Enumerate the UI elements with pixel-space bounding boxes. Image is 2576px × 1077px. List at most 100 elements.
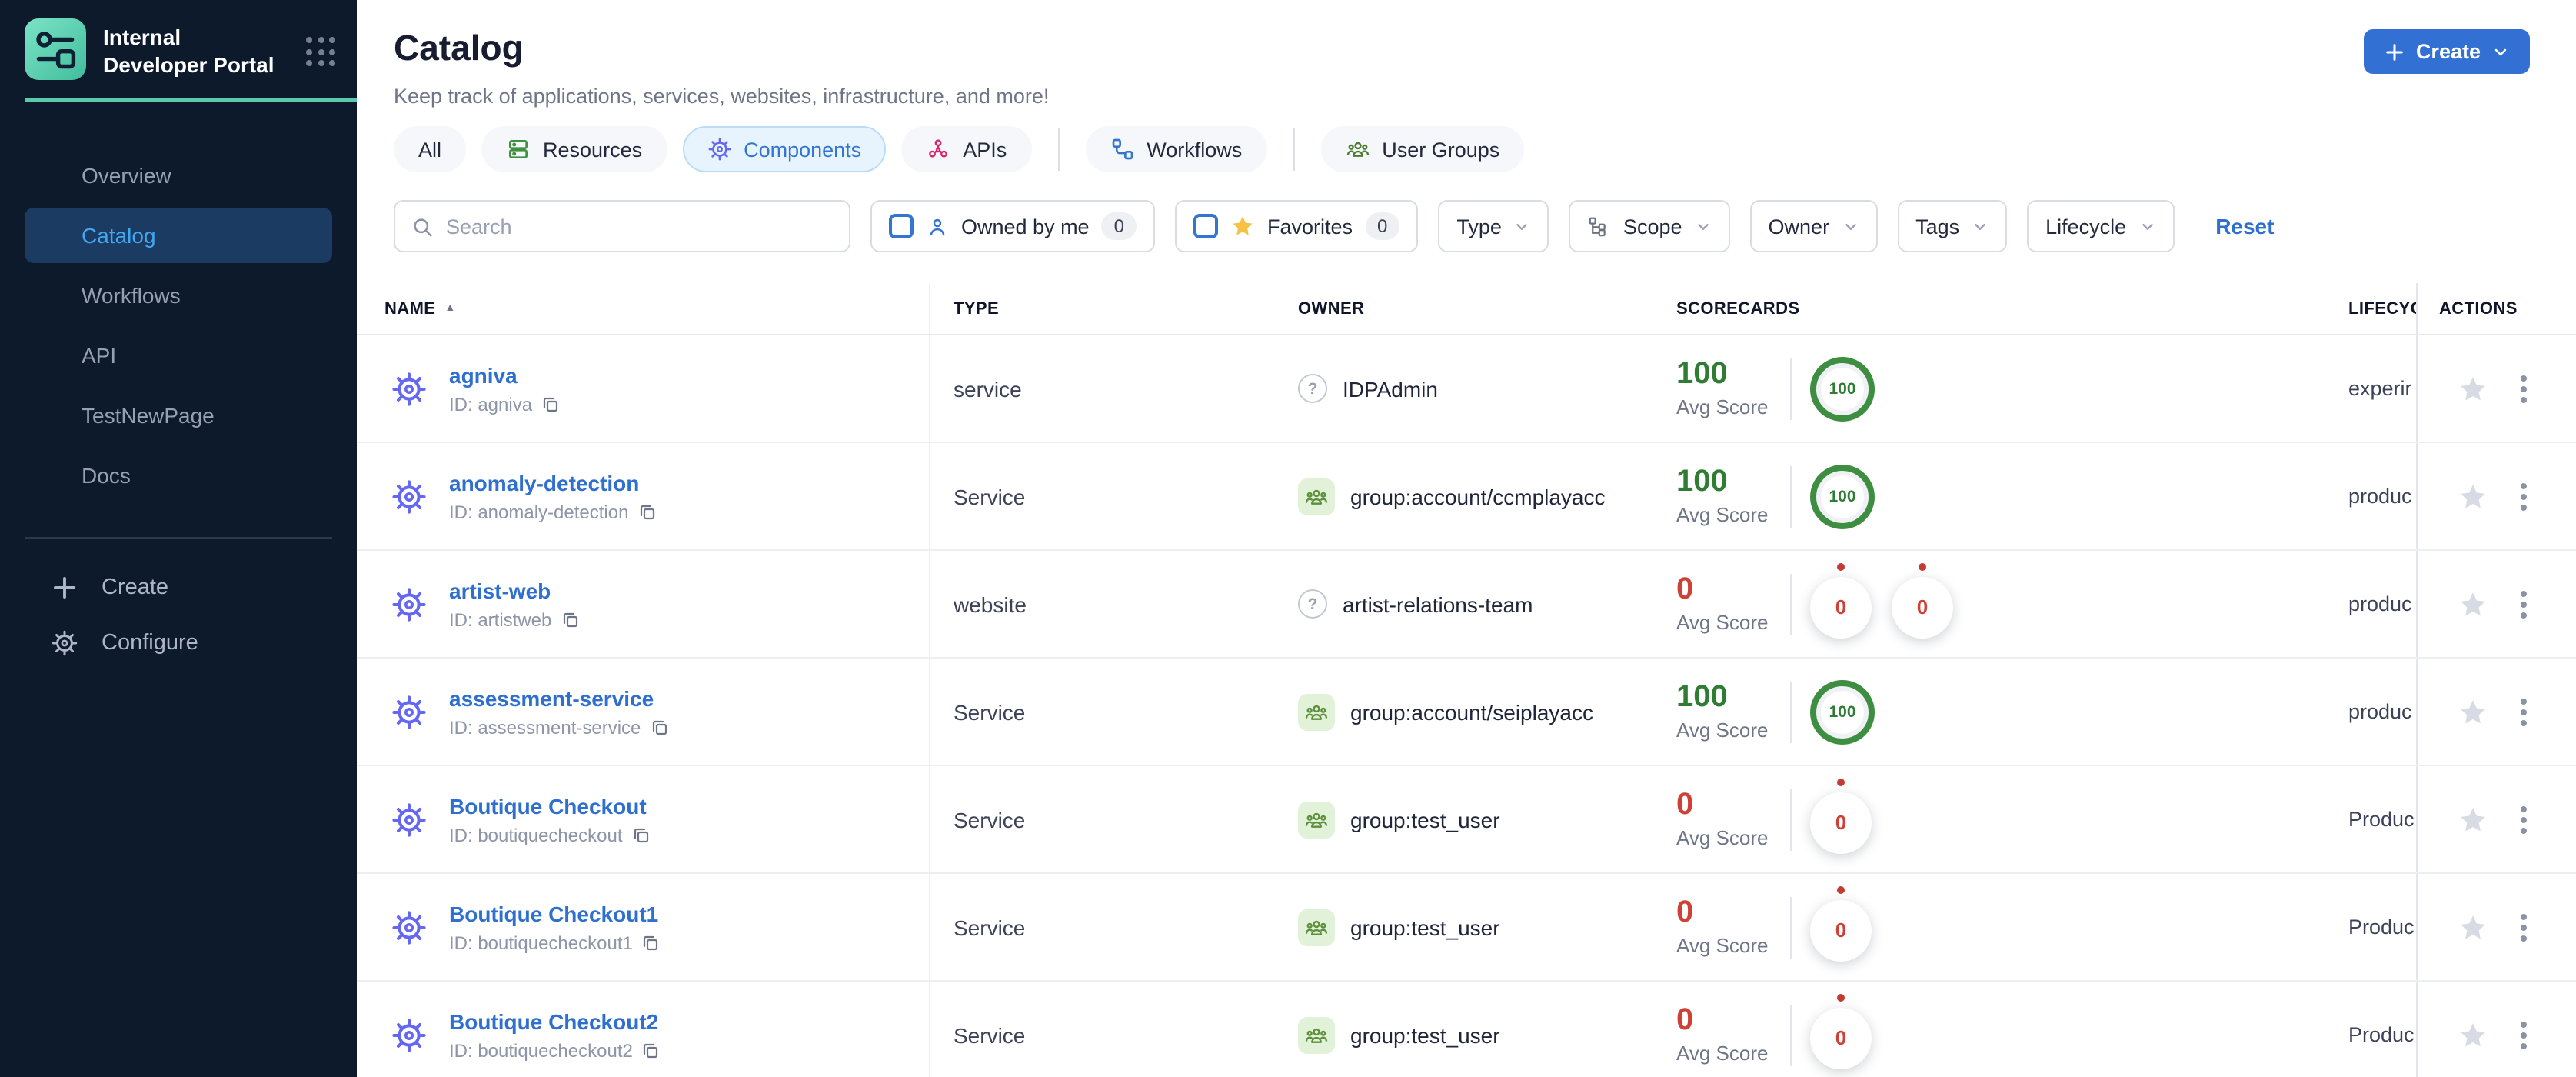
gear-icon xyxy=(707,137,731,162)
table-row[interactable]: assessment-service ID: assessment-servic… xyxy=(357,659,2576,766)
kebab-menu-icon[interactable] xyxy=(2514,368,2533,408)
name-cell: Boutique Checkout2 ID: boutiquecheckout2 xyxy=(357,982,930,1077)
table-row[interactable]: Boutique Checkout ID: boutiquecheckout S… xyxy=(357,766,2576,874)
scorecards-cell: 100 Avg Score 100 xyxy=(1676,335,2348,442)
favorites-checkbox[interactable] xyxy=(1193,214,1218,238)
sidebar-item-testnewpage[interactable]: TestNewPage xyxy=(25,388,332,443)
scorecard-ring[interactable]: 0 xyxy=(1810,899,1872,961)
lifecycle-cell: Produc xyxy=(2348,808,2415,831)
group-icon xyxy=(1298,693,1335,730)
sidebar-item-overview[interactable]: Overview xyxy=(25,148,332,203)
kebab-menu-icon[interactable] xyxy=(2514,799,2533,839)
copy-icon[interactable] xyxy=(632,825,651,844)
component-gear-icon xyxy=(391,909,428,945)
lifecycle-dropdown-label: Lifecycle xyxy=(2045,215,2127,238)
component-gear-icon xyxy=(391,1016,428,1053)
copy-icon[interactable] xyxy=(561,610,579,629)
scorecard-ring[interactable]: 100 xyxy=(1810,679,1875,744)
entity-name-link[interactable]: anomaly-detection xyxy=(449,470,656,495)
tab-resources[interactable]: Resources xyxy=(481,126,667,172)
entity-name-link[interactable]: Boutique Checkout1 xyxy=(449,901,661,925)
favorite-star-icon[interactable] xyxy=(2458,589,2488,619)
sidebar-item-docs[interactable]: Docs xyxy=(25,448,332,503)
tab-components[interactable]: Components xyxy=(682,126,887,172)
favorite-star-icon[interactable] xyxy=(2458,1019,2488,1050)
column-header-owner[interactable]: OWNER xyxy=(1276,283,1676,334)
table-row[interactable]: Boutique Checkout1 ID: boutiquecheckout1… xyxy=(357,874,2576,982)
server-icon xyxy=(506,137,531,162)
tab-all[interactable]: All xyxy=(394,126,467,172)
entity-name-link[interactable]: Boutique Checkout2 xyxy=(449,1009,661,1033)
lifecycle-cell: produc xyxy=(2348,485,2412,508)
owner-cell: group:account/seiplayacc xyxy=(1276,659,1676,765)
sidebar-configure-button[interactable]: Configure xyxy=(0,615,357,671)
create-button[interactable]: Create xyxy=(2363,29,2530,74)
owner-cell: group:account/ccmplayacc xyxy=(1276,443,1676,549)
scorecard-ring[interactable]: 0 xyxy=(1810,576,1872,638)
table-row[interactable]: artist-web ID: artistweb website ? artis… xyxy=(357,551,2576,659)
scorecard-ring[interactable]: 0 xyxy=(1892,576,1953,638)
person-icon xyxy=(926,215,949,238)
kebab-menu-icon[interactable] xyxy=(2514,476,2533,516)
copy-icon[interactable] xyxy=(650,718,668,736)
scorecard-ring[interactable]: 100 xyxy=(1810,464,1875,528)
copy-icon[interactable] xyxy=(541,395,560,413)
favorite-star-icon[interactable] xyxy=(2458,696,2488,727)
type-dropdown[interactable]: Type xyxy=(1438,200,1549,252)
page-header: Catalog Keep track of applications, serv… xyxy=(357,0,2576,108)
favorite-star-icon[interactable] xyxy=(2458,804,2488,835)
tab-label: Workflows xyxy=(1147,138,1243,161)
favorite-star-icon[interactable] xyxy=(2458,373,2488,404)
kebab-menu-icon[interactable] xyxy=(2514,692,2533,732)
tab-user-groups[interactable]: User Groups xyxy=(1320,126,1525,172)
owned-by-me-checkbox[interactable] xyxy=(889,214,914,238)
tab-workflows[interactable]: Workflows xyxy=(1085,126,1267,172)
scorecard-ring[interactable]: 0 xyxy=(1810,1007,1872,1069)
owner-label: group:test_user xyxy=(1350,915,1500,939)
copy-icon[interactable] xyxy=(642,1041,661,1059)
app-switcher-grid-icon[interactable] xyxy=(306,37,335,66)
column-header-scorecards[interactable]: SCORECARDS xyxy=(1676,283,2348,334)
lifecycle-cell: experir xyxy=(2348,377,2412,400)
copy-icon[interactable] xyxy=(637,502,656,521)
sidebar-item-catalog[interactable]: Catalog xyxy=(25,208,332,263)
api-icon xyxy=(926,137,950,162)
owner-dropdown[interactable]: Owner xyxy=(1749,200,1878,252)
sidebar-item-api[interactable]: API xyxy=(25,328,332,383)
lifecycle-dropdown[interactable]: Lifecycle xyxy=(2027,200,2175,252)
entity-name-link[interactable]: assessment-service xyxy=(449,685,668,710)
scope-dropdown[interactable]: Scope xyxy=(1569,200,1730,252)
column-header-lifecycle[interactable]: LIFECYC xyxy=(2348,283,2416,334)
table-row[interactable]: agniva ID: agniva service ? IDPAdmin 100 xyxy=(357,335,2576,443)
column-header-name[interactable]: NAME ▲ xyxy=(357,283,930,334)
tags-dropdown[interactable]: Tags xyxy=(1897,200,2008,252)
owned-by-me-filter[interactable]: Owned by me 0 xyxy=(870,200,1155,252)
table-row[interactable]: anomaly-detection ID: anomaly-detection … xyxy=(357,443,2576,551)
favorite-star-icon[interactable] xyxy=(2458,481,2488,512)
copy-icon[interactable] xyxy=(642,933,661,952)
kebab-menu-icon[interactable] xyxy=(2514,1015,2533,1055)
entity-name-link[interactable]: agniva xyxy=(449,362,560,387)
sidebar-create-button[interactable]: Create xyxy=(0,560,357,615)
kebab-menu-icon[interactable] xyxy=(2514,907,2533,947)
favorite-star-icon[interactable] xyxy=(2458,912,2488,942)
favorites-filter[interactable]: Favorites 0 xyxy=(1174,200,1419,252)
kebab-menu-icon[interactable] xyxy=(2514,584,2533,624)
column-header-type[interactable]: TYPE xyxy=(930,283,1276,334)
entity-name-link[interactable]: artist-web xyxy=(449,578,579,602)
entity-name-link[interactable]: Boutique Checkout xyxy=(449,793,651,818)
reset-filters-link[interactable]: Reset xyxy=(2215,214,2274,238)
table-row[interactable]: Boutique Checkout2 ID: boutiquecheckout2… xyxy=(357,982,2576,1077)
owner-dropdown-label: Owner xyxy=(1768,215,1830,238)
owner-label: artist-relations-team xyxy=(1343,592,1533,616)
name-cell: anomaly-detection ID: anomaly-detection xyxy=(357,443,930,549)
owned-by-me-label: Owned by me xyxy=(961,215,1090,238)
tab-apis[interactable]: APIs xyxy=(901,126,1032,172)
scorecard-ring[interactable]: 0 xyxy=(1810,792,1872,853)
sidebar-configure-label: Configure xyxy=(102,631,198,655)
sidebar-item-workflows[interactable]: Workflows xyxy=(25,268,332,323)
scorecard-ring[interactable]: 100 xyxy=(1810,356,1875,421)
avg-score-label: Avg Score xyxy=(1676,611,1769,634)
search-input[interactable] xyxy=(446,215,834,238)
group-icon xyxy=(1298,478,1335,515)
